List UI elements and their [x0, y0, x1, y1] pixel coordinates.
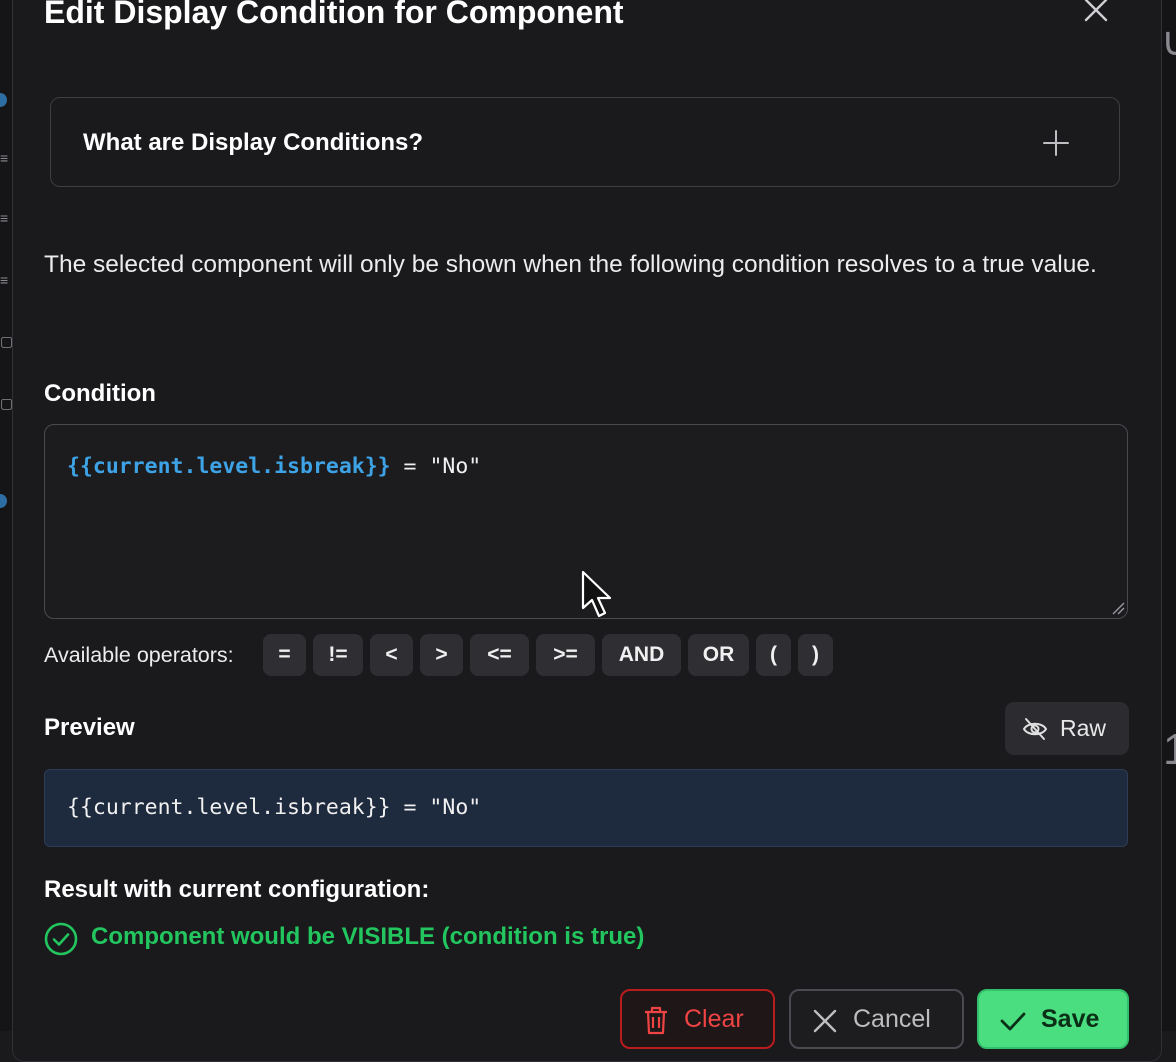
condition-variable-token: {{current.level.isbreak}}	[67, 454, 391, 479]
preview-panel: {{current.level.isbreak}} = "No"	[44, 769, 1128, 847]
background-app-left-edge: ≡ ≡ ≡ ▢ ▢	[0, 0, 14, 1031]
save-label: Save	[1041, 1005, 1100, 1033]
operator-and[interactable]: AND	[602, 634, 681, 676]
close-icon	[1084, 0, 1108, 22]
operator-equals[interactable]: =	[263, 634, 306, 676]
display-conditions-accordion[interactable]: What are Display Conditions?	[50, 97, 1120, 187]
operator-open-paren[interactable]: (	[756, 634, 791, 676]
condition-description: The selected component will only be show…	[44, 251, 1097, 278]
operators-label: Available operators:	[44, 643, 234, 667]
operator-greater-than[interactable]: >	[420, 634, 463, 676]
operator-less-than[interactable]: <	[370, 634, 413, 676]
background-list-icon: ≡	[0, 210, 9, 226]
background-box-icon: ▢	[0, 333, 14, 349]
background-list-icon: ≡	[0, 272, 9, 288]
preview-expression: {{current.level.isbreak}} = "No"	[67, 795, 482, 820]
operator-close-paren[interactable]: )	[798, 634, 833, 676]
mouse-cursor-icon	[581, 570, 612, 618]
condition-expression: {{current.level.isbreak}} = "No"	[67, 454, 481, 479]
operator-or[interactable]: OR	[688, 634, 749, 676]
background-list-icon: ≡	[0, 150, 9, 166]
background-glyph: ∪	[1161, 20, 1176, 64]
resize-grip-icon[interactable]	[1111, 601, 1125, 615]
background-indicator	[0, 93, 7, 107]
close-button[interactable]	[1080, 0, 1112, 26]
check-circle-icon	[44, 922, 78, 956]
condition-comparison-token: = "No"	[390, 454, 482, 479]
condition-heading: Condition	[44, 380, 156, 407]
plus-icon	[1043, 130, 1069, 156]
cancel-button[interactable]: Cancel	[789, 989, 964, 1049]
modal-title: Edit Display Condition for Component	[44, 0, 624, 30]
raw-label: Raw	[1060, 715, 1107, 741]
save-button[interactable]: Save	[977, 989, 1129, 1049]
cancel-label: Cancel	[853, 1005, 931, 1033]
background-box-icon: ▢	[0, 395, 14, 411]
clear-button[interactable]: Clear	[620, 989, 775, 1049]
operator-not-equals[interactable]: !=	[313, 634, 363, 676]
eye-off-icon	[1022, 718, 1048, 740]
accordion-label: What are Display Conditions?	[83, 129, 424, 156]
clear-label: Clear	[684, 1005, 744, 1033]
operator-less-equal[interactable]: <=	[470, 634, 529, 676]
background-indicator	[0, 494, 7, 508]
raw-toggle-button[interactable]: Raw	[1005, 702, 1129, 755]
background-glyph: 1	[1163, 725, 1176, 774]
result-status-text: Component would be VISIBLE (condition is…	[91, 923, 645, 950]
background-app-right-edge: ∪ 1	[1160, 0, 1176, 1031]
preview-heading: Preview	[44, 714, 135, 741]
operator-greater-equal[interactable]: >=	[536, 634, 595, 676]
result-heading: Result with current configuration:	[44, 876, 430, 903]
